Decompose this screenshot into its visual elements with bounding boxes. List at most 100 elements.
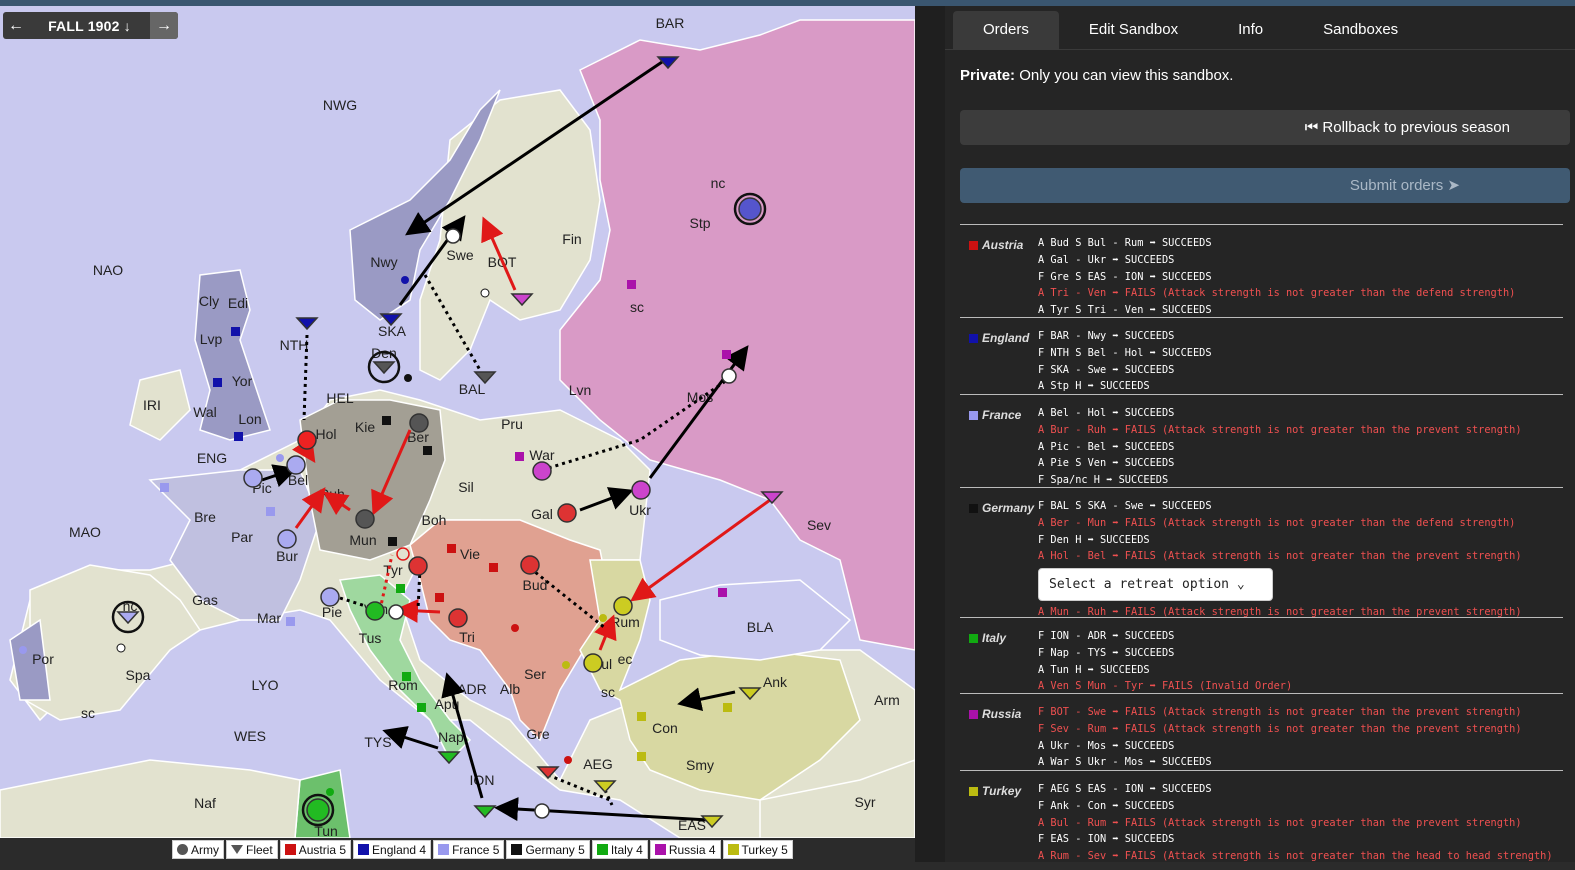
- tab-sandboxes[interactable]: Sandboxes: [1293, 11, 1428, 49]
- territory-label: Lvn: [569, 382, 592, 398]
- map-canvas[interactable]: BARNWGNAO Nwy Swe BOTFinStpncscCly EdiLvpYor…: [0, 6, 915, 838]
- territory-label: Alb: [500, 681, 520, 697]
- territory-label: Mun: [349, 532, 376, 548]
- power-block-germany: Germany F BAL S SKA - Swe ➡ SUCCEEDS A Ber…: [960, 487, 1563, 618]
- army-rus-ukr: [631, 480, 651, 500]
- territory-label: Hol: [315, 426, 336, 442]
- privacy-label: Private:: [960, 67, 1016, 84]
- territory-label: HEL: [326, 390, 353, 406]
- legend-label: Italy 4: [610, 842, 643, 857]
- legend-item: Austria 5: [279, 840, 352, 859]
- order-line: A Ber - Mun ➡ FAILS (Attack strength is …: [1038, 516, 1516, 529]
- legend-item: Fleet: [226, 840, 278, 859]
- territory-label: Wal: [193, 404, 217, 420]
- territory-label: sc: [601, 684, 615, 700]
- power-name: France: [969, 408, 1021, 422]
- orders-list: F BAR - Nwy ➡ SUCCEEDS F NTH S Bel - Hol …: [1038, 328, 1212, 395]
- panel-divider[interactable]: [915, 6, 945, 862]
- legend-item: Italy 4: [591, 840, 648, 859]
- order-line: F Den H ➡ SUCCEEDS: [1038, 533, 1150, 546]
- order-line: F BAR - Nwy ➡ SUCCEEDS: [1038, 330, 1175, 342]
- submit-label: Submit orders: [1349, 177, 1444, 194]
- order-line: A Bud S Bul - Rum ➡ SUCCEEDS: [1038, 237, 1212, 249]
- order-line: F Nap - TYS ➡ SUCCEEDS: [1038, 646, 1175, 659]
- power-name: Austria: [969, 238, 1023, 252]
- power-label: France: [982, 408, 1022, 422]
- legend-item: Germany 5: [506, 840, 590, 859]
- territory-label: Gas: [192, 592, 218, 608]
- color-swatch: [654, 844, 666, 855]
- territory-label: War: [529, 447, 554, 463]
- territory-label: Smy: [686, 757, 714, 773]
- territory-label: TYS: [364, 734, 391, 750]
- retreat-select-label: Select a retreat option: [1049, 577, 1230, 593]
- army-icon: [177, 844, 188, 855]
- order-line: A Pie S Ven ➡ SUCCEEDS: [1038, 457, 1175, 470]
- territory-label: Par: [231, 529, 253, 545]
- tab-edit-sandbox[interactable]: Edit Sandbox: [1059, 11, 1208, 49]
- order-line: F Ank - Con ➡ SUCCEEDS: [1038, 799, 1175, 812]
- orders-list: F BAL S SKA - Swe ➡ SUCCEEDS A Ber - Mun …: [1038, 498, 1522, 621]
- territory-label: BLA: [747, 619, 774, 635]
- legend-item: Turkey 5: [722, 840, 793, 859]
- territory-label: Fin: [562, 231, 581, 247]
- order-line: A War S Ukr - Mos ➡ SUCCEEDS: [1038, 756, 1212, 769]
- order-line: F SKA - Swe ➡ SUCCEEDS: [1038, 363, 1175, 376]
- diplomacy-map[interactable]: BAR NWG NAO Nwy Swe BOT Fin Stp nc sc Cly Edi Lvp Yor…: [0, 6, 915, 838]
- territory-label: BAL: [459, 381, 486, 397]
- dislodged-marker: [445, 228, 461, 244]
- power-color-square: [969, 633, 978, 643]
- order-line: F EAS - ION ➡ SUCCEEDS: [1038, 833, 1175, 846]
- legend-label: Turkey 5: [741, 842, 788, 857]
- submit-orders-button[interactable]: Submit orders ➤: [960, 168, 1570, 203]
- army-fra-bur: [277, 529, 297, 549]
- retreat-select[interactable]: Select a retreat option ⌄: [1038, 568, 1273, 602]
- orders-list: A Bud S Bul - Rum ➡ SUCCEEDS A Gal - Ukr …: [1038, 235, 1515, 319]
- power-block-russia: Russia F BOT - Swe ➡ FAILS (Attack streng…: [960, 693, 1563, 770]
- territory-label: SKA: [378, 323, 407, 339]
- territory-label: Syr: [855, 794, 876, 810]
- legend-item: Army: [172, 840, 224, 859]
- territory-label: Sil: [458, 479, 474, 495]
- territory-label: Lvp: [200, 331, 223, 347]
- arrow-right-icon[interactable]: →: [150, 12, 178, 39]
- color-swatch: [358, 844, 370, 855]
- power-name: Germany: [969, 501, 1034, 515]
- order-line: A Stp H ➡ SUCCEEDS: [1038, 380, 1150, 393]
- army-tur-rum: [613, 596, 633, 616]
- territory-label: Nap: [438, 729, 464, 745]
- legend-label: Fleet: [246, 842, 273, 857]
- panel-tabs: Orders Edit Sandbox Info Sandboxes: [953, 11, 1428, 49]
- order-line: A Tri - Ven ➡ FAILS (Attack strength is …: [1038, 287, 1516, 300]
- territory-label: Cly: [199, 293, 219, 309]
- army-ita-tun: [306, 798, 330, 822]
- power-name: Turkey: [969, 784, 1021, 798]
- power-label: Germany: [982, 501, 1035, 515]
- tab-info[interactable]: Info: [1208, 11, 1293, 49]
- territory-label: ENG: [197, 450, 227, 466]
- territory-label: Ank: [763, 674, 788, 690]
- order-line: A Bel - Hol ➡ SUCCEEDS: [1038, 407, 1175, 419]
- territory-label: NAO: [93, 262, 123, 278]
- army-fra-bel: [286, 455, 306, 475]
- season-label[interactable]: FALL 1902 ↓: [29, 18, 150, 34]
- power-label: Austria: [982, 238, 1024, 252]
- rollback-button[interactable]: ⏮︎ Rollback to previous season: [960, 110, 1570, 145]
- color-swatch: [511, 844, 523, 855]
- power-name: Russia: [969, 707, 1021, 721]
- tab-orders[interactable]: Orders: [953, 11, 1059, 49]
- orders-list: F BOT - Swe ➡ FAILS (Attack strength is …: [1038, 704, 1522, 771]
- army-aus-gal: [557, 503, 577, 523]
- territory-label: sc: [81, 705, 95, 721]
- territory-label: Bud: [523, 577, 548, 593]
- territory-label: Sev: [807, 517, 831, 533]
- arrow-left-icon[interactable]: ←: [3, 17, 29, 35]
- territory-label: Pru: [501, 416, 523, 432]
- army-ger-ber: [409, 413, 429, 433]
- order-line: F ION - ADR ➡ SUCCEEDS: [1038, 630, 1175, 642]
- territory-label: Stp: [689, 215, 710, 231]
- territory-label: Naf: [194, 795, 216, 811]
- territory-label: Vie: [460, 546, 480, 562]
- privacy-notice: Private: Only you can view this sandbox.: [960, 67, 1233, 84]
- power-label: England: [982, 331, 1030, 345]
